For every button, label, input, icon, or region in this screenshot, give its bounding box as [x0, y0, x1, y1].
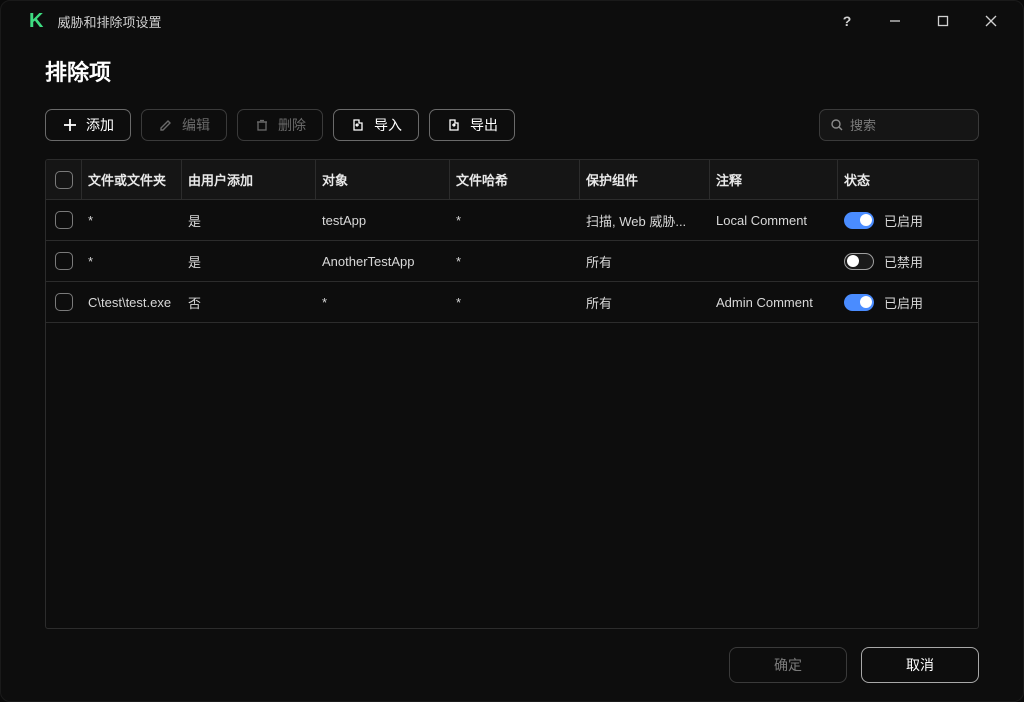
search-input[interactable]: [850, 118, 968, 133]
cell-file: C\test\test.exe: [82, 295, 182, 310]
import-button[interactable]: 导入: [333, 109, 419, 141]
table-row[interactable]: * 是 testApp * 扫描, Web 威胁... Local Commen…: [46, 200, 978, 241]
status-toggle[interactable]: [844, 294, 874, 311]
help-button[interactable]: ?: [827, 6, 867, 36]
cell-note: Local Comment: [710, 213, 838, 228]
col-hash[interactable]: 文件哈希: [450, 160, 580, 199]
cancel-button[interactable]: 取消: [861, 647, 979, 683]
row-checkbox[interactable]: [55, 252, 73, 270]
delete-button: 删除: [237, 109, 323, 141]
close-button[interactable]: [971, 6, 1011, 36]
import-icon: [350, 117, 366, 133]
cell-file: *: [82, 213, 182, 228]
status-label: 已启用: [884, 211, 923, 230]
cell-component: 所有: [580, 293, 710, 312]
maximize-button[interactable]: [923, 6, 963, 36]
export-label: 导出: [470, 115, 498, 135]
status-label: 已禁用: [884, 252, 923, 271]
delete-label: 删除: [278, 115, 306, 135]
cell-added: 否: [182, 293, 316, 312]
col-note[interactable]: 注释: [710, 160, 838, 199]
cell-added: 是: [182, 211, 316, 230]
window-title: 威胁和排除项设置: [57, 12, 819, 31]
cell-hash: *: [450, 213, 580, 228]
ok-button[interactable]: 确定: [729, 647, 847, 683]
toolbar: 添加 编辑 删除 导入: [45, 109, 979, 141]
cell-object: testApp: [316, 213, 450, 228]
col-object[interactable]: 对象: [316, 160, 450, 199]
cell-added: 是: [182, 252, 316, 271]
footer: 确定 取消: [1, 629, 1023, 701]
edit-label: 编辑: [182, 115, 210, 135]
cell-object: AnotherTestApp: [316, 254, 450, 269]
cell-hash: *: [450, 295, 580, 310]
plus-icon: [62, 117, 78, 133]
search-box[interactable]: [819, 109, 979, 141]
col-file[interactable]: 文件或文件夹: [82, 160, 182, 199]
cell-file: *: [82, 254, 182, 269]
titlebar: K 威胁和排除项设置 ?: [1, 1, 1023, 41]
cell-note: Admin Comment: [710, 295, 838, 310]
trash-icon: [254, 117, 270, 133]
row-checkbox[interactable]: [55, 293, 73, 311]
cell-hash: *: [450, 254, 580, 269]
minimize-button[interactable]: [875, 6, 915, 36]
pencil-icon: [158, 117, 174, 133]
exclusions-table: 文件或文件夹 由用户添加 对象 文件哈希 保护组件 注释 状态 * 是 test…: [45, 159, 979, 629]
import-label: 导入: [374, 115, 402, 135]
app-logo-icon: K: [29, 10, 43, 33]
col-status[interactable]: 状态: [838, 160, 978, 199]
edit-button: 编辑: [141, 109, 227, 141]
cell-component: 扫描, Web 威胁...: [580, 211, 710, 230]
status-label: 已启用: [884, 293, 923, 312]
table-row[interactable]: C\test\test.exe 否 * * 所有 Admin Comment 已…: [46, 282, 978, 323]
col-component[interactable]: 保护组件: [580, 160, 710, 199]
add-label: 添加: [86, 115, 114, 135]
col-added[interactable]: 由用户添加: [182, 160, 316, 199]
export-icon: [446, 117, 462, 133]
export-button[interactable]: 导出: [429, 109, 515, 141]
cell-object: *: [316, 295, 450, 310]
table-header: 文件或文件夹 由用户添加 对象 文件哈希 保护组件 注释 状态: [46, 160, 978, 200]
status-toggle[interactable]: [844, 212, 874, 229]
row-checkbox[interactable]: [55, 211, 73, 229]
select-all-checkbox[interactable]: [55, 171, 73, 189]
status-toggle[interactable]: [844, 253, 874, 270]
search-icon: [830, 117, 844, 133]
add-button[interactable]: 添加: [45, 109, 131, 141]
cell-component: 所有: [580, 252, 710, 271]
page-title: 排除项: [45, 55, 979, 87]
table-row[interactable]: * 是 AnotherTestApp * 所有 已禁用: [46, 241, 978, 282]
